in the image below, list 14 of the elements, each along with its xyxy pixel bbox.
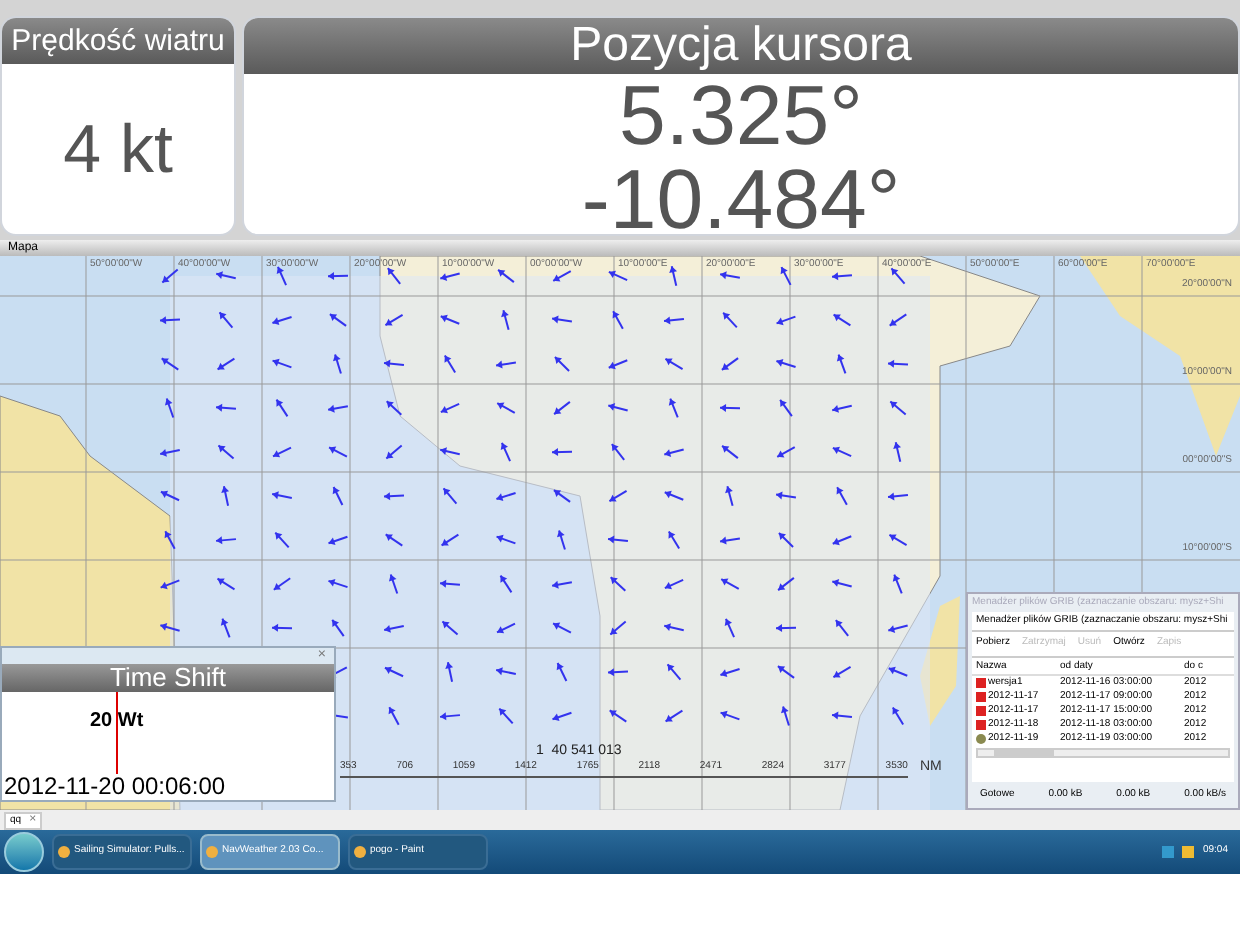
panel-value: 4 kt [63,115,173,183]
time-cursor [116,692,118,774]
panel-value: -10.484° [581,158,901,234]
start-button[interactable] [4,832,44,872]
panel-title: Pozycja kursora [244,18,1238,74]
app-icon [354,846,366,858]
panel-title: Time Shift [2,664,334,692]
panel-value: 5.325° [619,74,863,158]
date-time: 2012-11-20 00:06:00 [4,774,228,798]
app-icon [206,846,218,858]
app-icon [58,846,70,858]
wind-value: 20 Wt [90,712,146,732]
panel-title: Prędkość wiatru [2,18,234,64]
horizontal-scrollbar[interactable] [976,747,1230,757]
